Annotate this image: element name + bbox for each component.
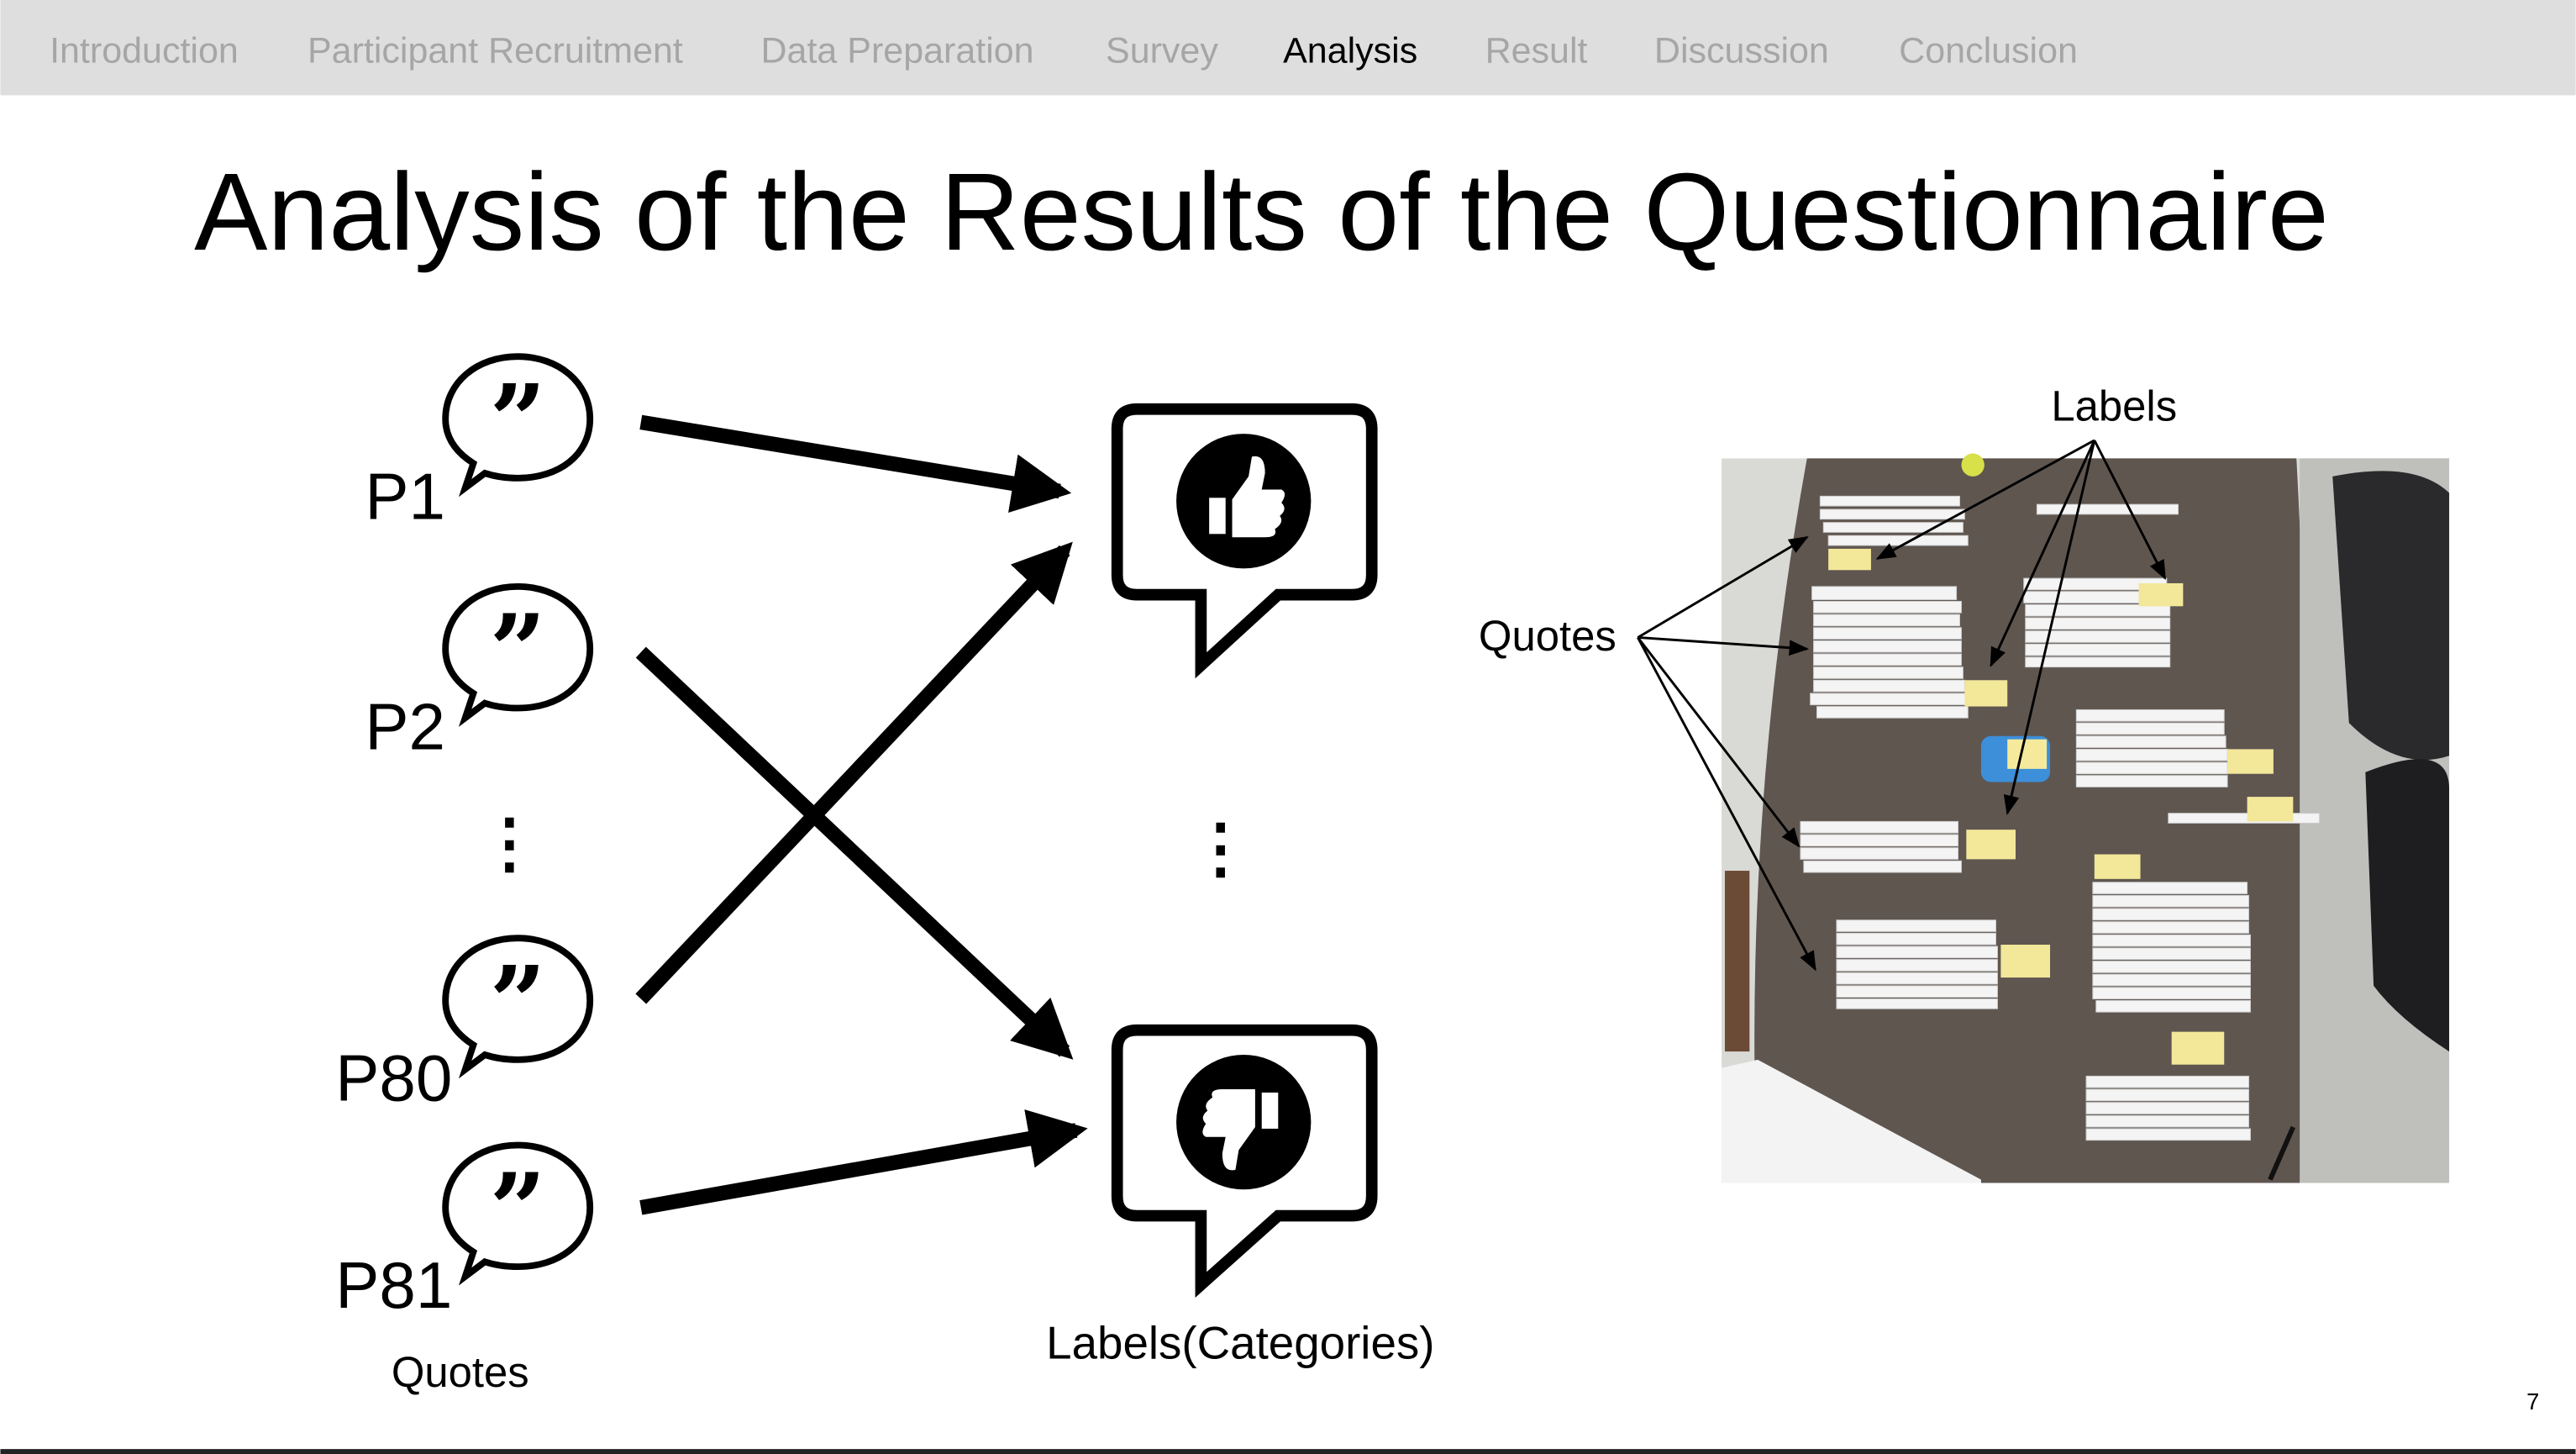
photo-labeling-table <box>1722 453 2450 1183</box>
bottom-border <box>0 1449 2576 1454</box>
page-number: 7 <box>2526 1388 2539 1414</box>
participant-label: P80 <box>335 1041 452 1115</box>
ellipsis: ⋮ <box>476 806 542 880</box>
participant-label: P1 <box>365 460 445 534</box>
quote-bubble-icon <box>445 356 590 487</box>
quotes-caption: Quotes <box>392 1348 529 1396</box>
page-title: Analysis of the Results of the Questionn… <box>194 150 2329 273</box>
labels-caption: Labels(Categories) <box>1046 1317 1434 1369</box>
participant-label: P81 <box>335 1248 452 1322</box>
participant-label: P2 <box>365 689 445 763</box>
nav-item-survey[interactable]: Survey <box>1106 30 1218 71</box>
nav-item-conclusion[interactable]: Conclusion <box>1899 30 2078 71</box>
labels-annotation: Labels <box>2051 382 2177 429</box>
thumbs-up-icon <box>1111 403 1378 679</box>
thumbs-down-icon <box>1111 1024 1378 1298</box>
nav-item-introduction[interactable]: Introduction <box>50 30 239 71</box>
quote-bubble-icon <box>445 587 590 718</box>
quote-bubble-icon <box>445 1145 590 1276</box>
nav-item-data-preparation[interactable]: Data Preparation <box>761 30 1034 71</box>
ellipsis: ⋮ <box>1188 811 1254 885</box>
mapping-arrows <box>635 414 1088 1215</box>
quote-bubble-icon <box>445 938 590 1069</box>
nav-item-analysis[interactable]: Analysis <box>1283 30 1417 71</box>
nav-item-result[interactable]: Result <box>1485 30 1588 71</box>
quotes-annotation: Quotes <box>1479 612 1617 660</box>
slide: ” Introduction Participant Recruitment D… <box>0 0 2576 1454</box>
nav-item-participant-recruitment[interactable]: Participant Recruitment <box>308 30 683 71</box>
nav-item-discussion[interactable]: Discussion <box>1654 30 1829 71</box>
